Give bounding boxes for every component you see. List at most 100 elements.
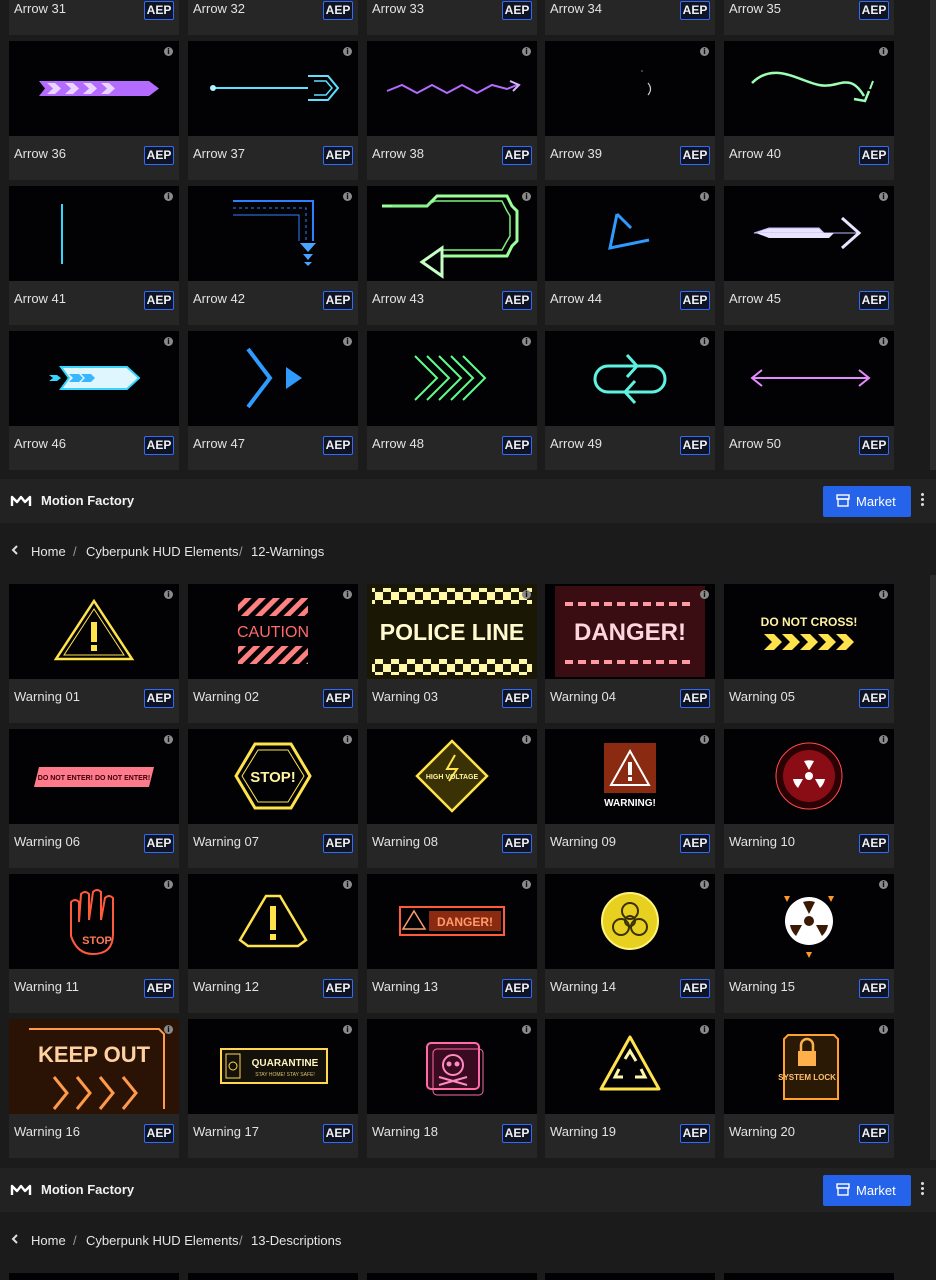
thumbnail: i (188, 41, 358, 136)
info-icon[interactable]: i (164, 47, 173, 56)
asset-name: Arrow 45 (729, 291, 782, 306)
info-icon[interactable]: i (879, 880, 888, 889)
info-icon[interactable]: i (164, 337, 173, 346)
info-icon[interactable]: i (879, 735, 888, 744)
info-icon[interactable]: i (343, 590, 352, 599)
info-icon[interactable]: i (164, 880, 173, 889)
info-icon[interactable]: i (700, 590, 709, 599)
asset-card-arrow-36[interactable]: i Arrow 36 AEP (9, 41, 179, 180)
info-icon[interactable]: i (879, 1025, 888, 1034)
asset-card-warning-15[interactable]: i Warning 15 AEP (724, 874, 894, 1013)
info-icon[interactable]: i (522, 337, 531, 346)
chevron-left-icon[interactable] (11, 1232, 19, 1246)
info-icon[interactable]: i (522, 880, 531, 889)
info-icon[interactable]: i (700, 192, 709, 201)
asset-card[interactable] (367, 1273, 537, 1280)
asset-card-arrow-33[interactable]: Arrow 33 AEP (367, 0, 537, 35)
asset-card-warning-13[interactable]: DANGER! i Warning 13 AEP (367, 874, 537, 1013)
asset-card-arrow-38[interactable]: i Arrow 38 AEP (367, 41, 537, 180)
asset-card-arrow-50[interactable]: i Arrow 50 AEP (724, 331, 894, 470)
asset-card-warning-19[interactable]: i Warning 19 AEP (545, 1019, 715, 1158)
asset-card-arrow-41[interactable]: i Arrow 41 AEP (9, 186, 179, 325)
asset-card-warning-06[interactable]: DO NOT ENTER! DO NOT ENTER! i Warning 06 A… (9, 729, 179, 868)
asset-name: Warning 17 (193, 1124, 259, 1139)
asset-card-arrow-43[interactable]: i Arrow 43 AEP (367, 186, 537, 325)
info-icon[interactable]: i (164, 192, 173, 201)
info-icon[interactable]: i (879, 192, 888, 201)
market-button[interactable]: Market (823, 486, 911, 517)
breadcrumb-collection[interactable]: Cyberpunk HUD Elements (86, 1233, 238, 1248)
info-icon[interactable]: i (700, 337, 709, 346)
info-icon[interactable]: i (879, 47, 888, 56)
asset-card-arrow-37[interactable]: i Arrow 37 AEP (188, 41, 358, 180)
asset-card[interactable] (545, 1273, 715, 1280)
asset-card-warning-01[interactable]: i Warning 01 AEP (9, 584, 179, 723)
asset-card-warning-12[interactable]: i Warning 12 AEP (188, 874, 358, 1013)
asset-card[interactable] (9, 1273, 179, 1280)
asset-card-arrow-46[interactable]: i Arrow 46 AEP (9, 331, 179, 470)
asset-card[interactable] (724, 1273, 894, 1280)
asset-name: Arrow 34 (550, 1, 603, 16)
info-icon[interactable]: i (343, 47, 352, 56)
info-icon[interactable]: i (700, 735, 709, 744)
scrollbar[interactable] (930, 0, 936, 470)
breadcrumb-collection[interactable]: Cyberpunk HUD Elements (86, 544, 238, 559)
asset-card-arrow-49[interactable]: i Arrow 49 AEP (545, 331, 715, 470)
info-icon[interactable]: i (879, 590, 888, 599)
info-icon[interactable]: i (164, 735, 173, 744)
asset-card-warning-02[interactable]: CAUTION i Warning 02 AEP (188, 584, 358, 723)
asset-card-warning-10[interactable]: i Warning 10 AEP (724, 729, 894, 868)
info-icon[interactable]: i (343, 337, 352, 346)
info-icon[interactable]: i (700, 47, 709, 56)
bracket-arrow-graphic (246, 347, 302, 409)
asset-card-arrow-44[interactable]: i Arrow 44 AEP (545, 186, 715, 325)
asset-card-warning-17[interactable]: QUARANTINE STAY HOME! STAY SAFE! i Warning… (188, 1019, 358, 1158)
more-menu-icon[interactable] (919, 493, 925, 509)
asset-card-arrow-31[interactable]: Arrow 31 AEP (9, 0, 179, 35)
breadcrumb-home[interactable]: Home (31, 1233, 66, 1248)
thumb-caption: DANGER! (574, 619, 686, 646)
aep-badge: AEP (144, 146, 174, 165)
asset-card-warning-03[interactable]: POLICE LINE i Warning 03 AEP (367, 584, 537, 723)
info-icon[interactable]: i (879, 337, 888, 346)
asset-card-warning-04[interactable]: DANGER! i Warning 04 AEP (545, 584, 715, 723)
info-icon[interactable]: i (343, 735, 352, 744)
info-icon[interactable]: i (522, 192, 531, 201)
info-icon[interactable]: i (522, 590, 531, 599)
asset-card[interactable] (188, 1273, 358, 1280)
info-icon[interactable]: i (343, 880, 352, 889)
asset-card-warning-08[interactable]: HIGH VOLTAGE i Warning 08 AEP (367, 729, 537, 868)
asset-card-arrow-40[interactable]: i Arrow 40 AEP (724, 41, 894, 180)
info-icon[interactable]: i (700, 880, 709, 889)
asset-card-warning-05[interactable]: DO NOT CROSS! i Warning 05 AEP (724, 584, 894, 723)
market-button[interactable]: Market (823, 1175, 911, 1206)
asset-card-arrow-35[interactable]: Arrow 35 AEP (724, 0, 894, 35)
chevron-left-icon[interactable] (11, 543, 19, 557)
asset-card-arrow-48[interactable]: i Arrow 48 AEP (367, 331, 537, 470)
info-icon[interactable]: i (343, 192, 352, 201)
asset-card-warning-11[interactable]: STOP i Warning 11 AEP (9, 874, 179, 1013)
asset-card-warning-20[interactable]: SYSTEM LOCK i Warning 20 AEP (724, 1019, 894, 1158)
asset-card-arrow-45[interactable]: i Arrow 45 AEP (724, 186, 894, 325)
info-icon[interactable]: i (343, 1025, 352, 1034)
asset-card-arrow-47[interactable]: i Arrow 47 AEP (188, 331, 358, 470)
scrollbar[interactable] (930, 575, 936, 1160)
more-menu-icon[interactable] (919, 1182, 925, 1198)
asset-card-warning-09[interactable]: WARNING! i Warning 09 AEP (545, 729, 715, 868)
info-icon[interactable]: i (164, 1025, 173, 1034)
asset-card-warning-18[interactable]: i Warning 18 AEP (367, 1019, 537, 1158)
radiation-red-graphic (775, 742, 843, 810)
asset-card-warning-14[interactable]: i Warning 14 AEP (545, 874, 715, 1013)
info-icon[interactable]: i (522, 735, 531, 744)
asset-card-arrow-34[interactable]: Arrow 34 AEP (545, 0, 715, 35)
info-icon[interactable]: i (522, 1025, 531, 1034)
asset-card-warning-07[interactable]: STOP! i Warning 07 AEP (188, 729, 358, 868)
info-icon[interactable]: i (164, 590, 173, 599)
asset-card-arrow-39[interactable]: i Arrow 39 AEP (545, 41, 715, 180)
breadcrumb-home[interactable]: Home (31, 544, 66, 559)
asset-card-arrow-32[interactable]: Arrow 32 AEP (188, 0, 358, 35)
info-icon[interactable]: i (700, 1025, 709, 1034)
asset-card-warning-16[interactable]: KEEP OUT i Warning 16 AEP (9, 1019, 179, 1158)
asset-card-arrow-42[interactable]: i Arrow 42 AEP (188, 186, 358, 325)
info-icon[interactable]: i (522, 47, 531, 56)
